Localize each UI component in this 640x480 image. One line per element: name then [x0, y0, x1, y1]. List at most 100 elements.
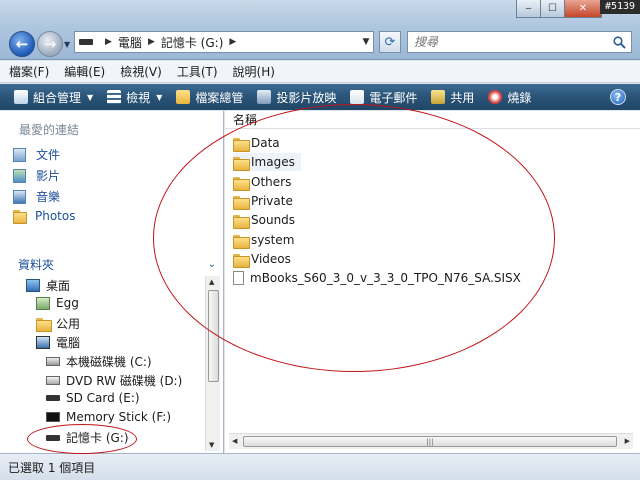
list-item-images[interactable]: Images — [233, 153, 301, 171]
explorer-button[interactable]: 檔案總管 — [176, 89, 243, 106]
forward-button[interactable]: → — [37, 31, 63, 57]
navigation-scrollbar[interactable]: ▲ ▼ — [205, 276, 220, 451]
explorer-label: 檔案總管 — [195, 90, 244, 105]
arrow-left-icon: ← — [15, 35, 29, 53]
folders-header[interactable]: 資料夾 ⌄ — [12, 255, 220, 273]
search-input[interactable] — [414, 35, 607, 49]
tree-item-label: Egg — [56, 296, 79, 310]
list-item-label: Others — [251, 175, 292, 189]
status-bar: 已選取 1 個項目 — [0, 453, 640, 480]
back-button[interactable]: ← — [9, 31, 35, 57]
scroll-left-icon[interactable]: ◀ — [232, 437, 237, 445]
list-item-sisx-file[interactable]: mBooks_S60_3_0_v_3_3_0_TPO_N76_SA.SISX — [233, 269, 527, 287]
folder-icon — [233, 234, 250, 249]
breadcrumb-separator-icon[interactable]: ▶ — [229, 37, 236, 47]
status-text: 已選取 1 個項目 — [8, 460, 96, 475]
tree-item-dvd-d[interactable]: DVD RW 磁碟機 (D:) — [46, 372, 182, 389]
list-item-label: Private — [251, 194, 293, 208]
tree-item-egg[interactable]: Egg — [36, 296, 79, 310]
dvd-drive-icon — [46, 376, 60, 385]
menu-view[interactable]: 檢視(V) — [120, 63, 162, 80]
tree-item-local-disk-c[interactable]: 本機磁碟機 (C:) — [46, 353, 152, 370]
column-header-label: 名稱 — [233, 113, 258, 127]
recent-pages-dropdown[interactable]: ▼ — [64, 40, 70, 49]
address-bar[interactable]: ▶ 電腦 ▶ 記憶卡 (G:) ▶ ▼ — [74, 31, 374, 53]
share-icon — [431, 90, 446, 104]
list-item-private[interactable]: Private — [233, 192, 299, 210]
list-item-others[interactable]: Others — [233, 173, 297, 191]
tree-item-public[interactable]: 公用 — [36, 315, 80, 332]
favorite-link-documents[interactable]: 文件 — [13, 146, 60, 163]
hard-drive-icon — [46, 357, 60, 366]
refresh-icon: ⟳ — [384, 34, 396, 50]
help-button[interactable]: ? — [610, 89, 626, 105]
favorite-link-photos[interactable]: Photos — [13, 209, 76, 224]
computer-icon — [36, 336, 50, 349]
scroll-up-icon[interactable]: ▲ — [209, 278, 214, 286]
breadcrumb-separator-icon[interactable]: ▶ — [148, 37, 155, 47]
folder-icon — [13, 209, 27, 224]
scroll-down-icon[interactable]: ▼ — [209, 441, 214, 449]
tree-item-memory-stick-f[interactable]: Memory Stick (F:) — [46, 410, 171, 424]
search-box[interactable] — [407, 31, 632, 53]
list-item-videos[interactable]: Videos — [233, 250, 297, 268]
burn-button[interactable]: 燒錄 — [488, 89, 531, 106]
documents-icon — [13, 147, 26, 162]
music-icon — [13, 189, 26, 204]
share-button[interactable]: 共用 — [431, 89, 474, 106]
scroll-right-icon[interactable]: ▶ — [625, 437, 630, 445]
folder-icon — [233, 214, 250, 229]
folders-title: 資料夾 — [18, 257, 55, 272]
refresh-button[interactable]: ⟳ — [379, 31, 401, 53]
list-item-data[interactable]: Data — [233, 134, 286, 152]
tree-item-computer[interactable]: 電腦 — [36, 334, 80, 351]
tree-item-sd-card-e[interactable]: SD Card (E:) — [46, 391, 140, 405]
list-item-system[interactable]: system — [233, 231, 300, 249]
favorite-link-label: Photos — [35, 209, 76, 223]
explorer-icon — [176, 90, 191, 104]
user-folder-icon — [36, 296, 50, 310]
file-icon — [233, 271, 244, 285]
breadcrumb-separator-icon[interactable]: ▶ — [105, 37, 112, 47]
organize-button[interactable]: 組合管理 ▼ — [14, 89, 93, 106]
list-item-label: mBooks_S60_3_0_v_3_3_0_TPO_N76_SA.SISX — [250, 271, 521, 285]
scrollbar-thumb[interactable]: ||| — [243, 436, 617, 447]
favorite-link-pictures[interactable]: 影片 — [13, 167, 60, 184]
burn-label: 燒錄 — [507, 90, 532, 105]
list-item-sounds[interactable]: Sounds — [233, 211, 301, 229]
menu-file[interactable]: 檔案(F) — [9, 63, 49, 80]
breadcrumb-computer[interactable]: 電腦 — [118, 34, 142, 51]
tree-item-label: 記憶卡 (G:) — [66, 431, 129, 445]
minimize-button[interactable]: ‒ — [516, 0, 541, 18]
breadcrumb-memory-card[interactable]: 記憶卡 (G:) — [161, 34, 224, 51]
list-item-label: Videos — [251, 252, 291, 266]
favorite-link-music[interactable]: 音樂 — [13, 188, 60, 205]
organize-icon — [14, 90, 28, 104]
desktop-icon — [26, 279, 40, 292]
email-icon — [350, 90, 365, 104]
list-item-label: system — [251, 233, 295, 247]
slideshow-button[interactable]: 投影片放映 — [257, 89, 336, 106]
maximize-button[interactable]: ☐ — [540, 0, 565, 18]
command-bar: 組合管理 ▼ 檢視 ▼ 檔案總管 投影片放映 電子郵件 共用 燒錄 ? — [0, 84, 640, 110]
memory-stick-icon — [46, 412, 60, 422]
menu-edit[interactable]: 編輯(E) — [64, 63, 105, 80]
address-dropdown-icon[interactable]: ▼ — [359, 37, 373, 47]
tree-item-memory-card-g[interactable]: 記憶卡 (G:) — [46, 429, 129, 446]
chevron-down-icon: ▼ — [156, 92, 163, 102]
menu-help[interactable]: 說明(H) — [233, 63, 275, 80]
tree-item-desktop[interactable]: 桌面 — [26, 277, 70, 294]
scrollbar-thumb[interactable] — [208, 290, 219, 382]
navigation-pane: 最愛的連結 文件 影片 音樂 Photos 資料夾 ⌄ 桌面 Egg 公用 電腦… — [0, 111, 224, 453]
close-button[interactable]: ✕ — [564, 0, 602, 18]
email-button[interactable]: 電子郵件 — [350, 89, 417, 106]
folder-icon — [233, 156, 250, 171]
menu-bar: 檔案(F) 編輯(E) 檢視(V) 工具(T) 說明(H) — [0, 61, 640, 83]
card-drive-icon — [46, 434, 60, 441]
search-icon[interactable] — [607, 35, 631, 49]
menu-tools[interactable]: 工具(T) — [177, 63, 218, 80]
column-header-name[interactable]: 名稱 — [225, 111, 640, 129]
views-button[interactable]: 檢視 ▼ — [107, 89, 162, 106]
horizontal-scrollbar[interactable]: ◀ ||| ▶ — [229, 433, 633, 449]
tree-item-label: DVD RW 磁碟機 (D:) — [66, 374, 183, 388]
